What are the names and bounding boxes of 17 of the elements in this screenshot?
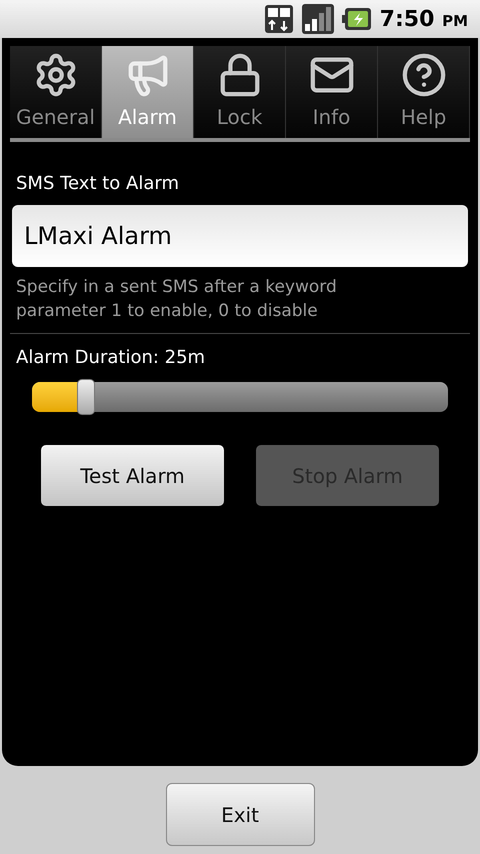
tab[interactable]: General: [10, 46, 102, 138]
field-label: SMS Text to Alarm: [16, 172, 180, 196]
duration-label: Alarm Duration: 25m: [16, 346, 206, 370]
tab[interactable]: Lock: [194, 46, 286, 138]
tab[interactable]: Help: [378, 46, 470, 138]
exit-button[interactable]: Exit: [166, 783, 314, 846]
sms-text-field[interactable]: LMaxi Alarm: [12, 205, 468, 267]
tab[interactable]: Alarm: [102, 46, 194, 138]
duration-slider[interactable]: [32, 379, 448, 415]
signal-icon: [302, 4, 334, 34]
tab[interactable]: Info: [286, 46, 378, 138]
hint-text: Specify in a sent SMS after a keyword parameter 1 to enable, 0 to disable: [16, 276, 338, 323]
battery-icon: [342, 7, 372, 31]
slider-thumb[interactable]: [77, 379, 96, 415]
clock-time: 7:50 PM: [380, 6, 468, 34]
action-button[interactable]: Test Alarm: [41, 445, 224, 506]
question-icon: [400, 52, 446, 98]
